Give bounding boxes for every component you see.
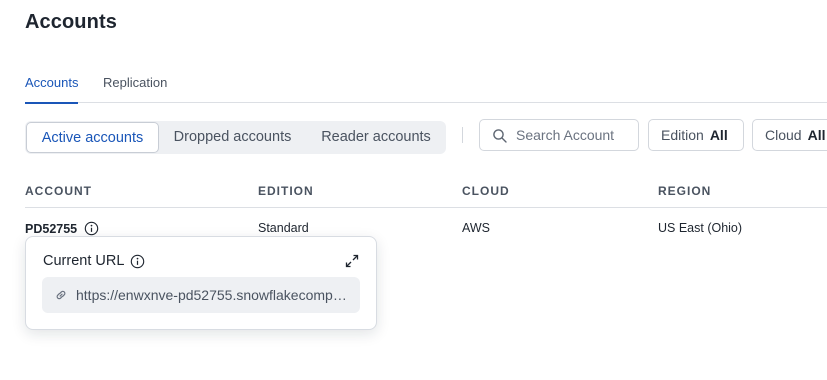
segment-dropped-accounts[interactable]: Dropped accounts <box>161 121 304 154</box>
column-header-account[interactable]: ACCOUNT <box>25 184 92 198</box>
current-url-popover: Current URL https://enwxnve-pd52755.snow… <box>25 236 377 330</box>
edition-filter[interactable]: Edition All <box>648 119 744 151</box>
segment-active-accounts[interactable]: Active accounts <box>26 122 159 153</box>
region-cell: US East (Ohio) <box>658 221 743 235</box>
edition-filter-label: Edition <box>661 127 704 143</box>
cloud-filter[interactable]: Cloud All <box>752 119 827 151</box>
info-icon[interactable] <box>130 254 145 269</box>
page-title: Accounts <box>25 11 117 33</box>
column-header-edition[interactable]: EDITION <box>258 184 314 198</box>
expand-icon[interactable] <box>344 253 360 269</box>
toolbar-divider <box>462 127 463 143</box>
cloud-filter-value: All <box>807 127 826 143</box>
segment-reader-accounts[interactable]: Reader accounts <box>308 121 444 154</box>
cloud-filter-label: Cloud <box>765 127 802 143</box>
info-icon[interactable] <box>84 221 99 236</box>
search-box[interactable] <box>479 119 639 151</box>
edition-filter-value: All <box>709 127 728 143</box>
tab-accounts[interactable]: Accounts <box>25 75 79 104</box>
column-header-cloud[interactable]: CLOUD <box>462 184 510 198</box>
table-header-divider <box>25 207 827 208</box>
column-header-region[interactable]: REGION <box>658 184 711 198</box>
account-status-segmented-control: Active accounts Dropped accounts Reader … <box>25 121 446 154</box>
search-input[interactable] <box>516 120 634 150</box>
popover-title-label: Current URL <box>43 253 125 269</box>
popover-title: Current URL <box>43 253 145 269</box>
account-name[interactable]: PD52755 <box>25 222 77 236</box>
url-copy-field[interactable]: https://enwxnve-pd52755.snowflakecomputi… <box>42 277 360 313</box>
edition-cell: Standard <box>258 221 309 235</box>
cloud-cell: AWS <box>462 221 491 235</box>
current-url-text[interactable]: https://enwxnve-pd52755.snowflakecomputi… <box>76 277 352 313</box>
tab-replication[interactable]: Replication <box>103 75 167 103</box>
link-icon <box>56 290 66 300</box>
tab-bar: Accounts Replication <box>25 75 827 104</box>
account-cell: PD52755 <box>25 221 99 236</box>
search-icon <box>493 129 507 143</box>
